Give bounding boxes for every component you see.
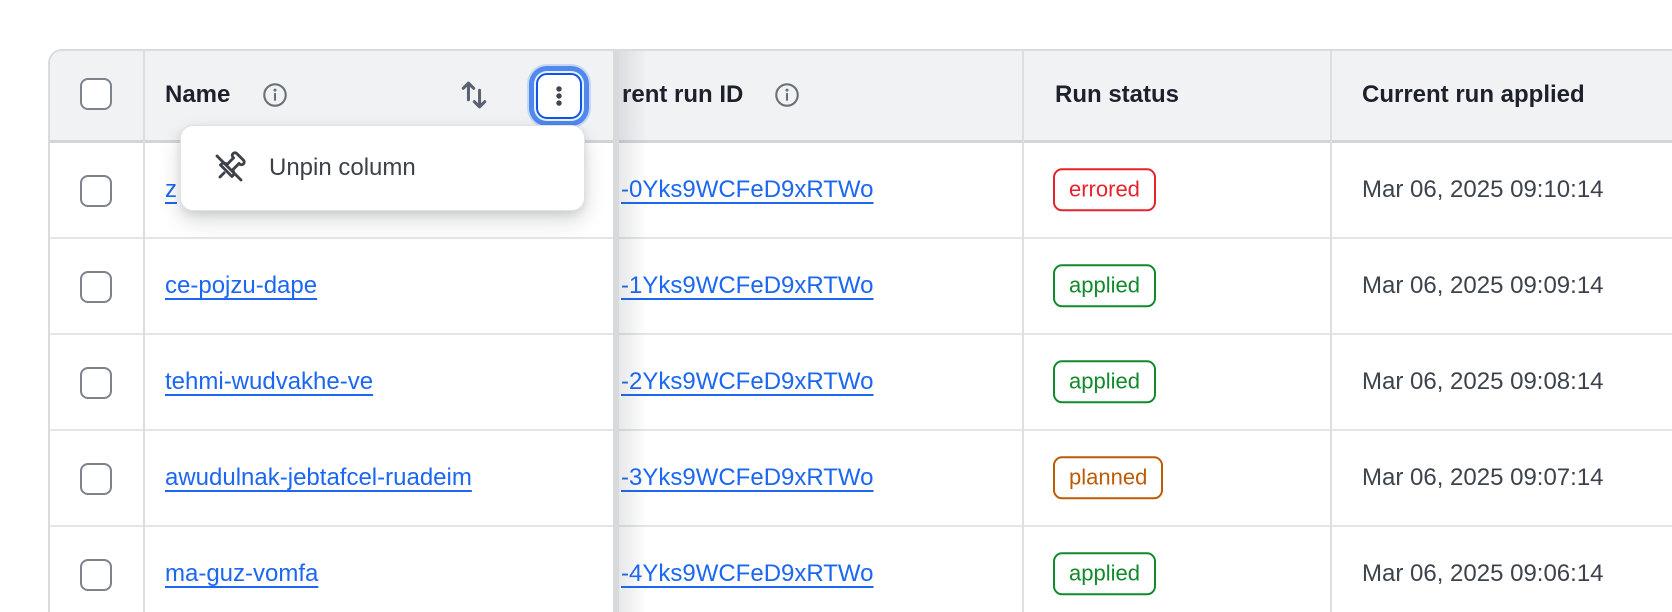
ellipsis-vertical-icon — [546, 83, 572, 109]
column-divider — [1330, 51, 1332, 612]
column-header-run-status: Run status — [1055, 81, 1179, 109]
column-header-name: Name — [165, 81, 230, 109]
table-row: awudulnak-jebtafcel-ruadeim -3Yks9WCFeD9… — [50, 431, 1672, 527]
column-options-button[interactable] — [536, 73, 582, 119]
column-header-current-run-id: rent run ID — [622, 81, 743, 109]
workspace-name-link[interactable]: ma-guz-vomfa — [165, 560, 318, 588]
applied-timestamp: Mar 06, 2025 09:07:14 — [1362, 464, 1604, 492]
run-id-link[interactable]: -2Yks9WCFeD9xRTWo — [621, 368, 874, 396]
run-id-info-icon[interactable] — [773, 81, 801, 109]
sort-button[interactable] — [455, 76, 493, 114]
applied-timestamp: Mar 06, 2025 09:10:14 — [1362, 176, 1604, 204]
workspace-name-link[interactable]: awudulnak-jebtafcel-ruadeim — [165, 464, 472, 492]
column-divider — [1022, 51, 1024, 612]
select-all-checkbox[interactable] — [80, 78, 112, 110]
run-status-badge: applied — [1053, 264, 1156, 307]
column-divider — [143, 51, 145, 612]
table-row: ma-guz-vomfa -4Yks9WCFeD9xRTWo applied M… — [50, 527, 1672, 612]
run-status-badge: applied — [1053, 552, 1156, 595]
scroll-shadow — [619, 51, 647, 612]
table-row: tehmi-wudvakhe-ve -2Yks9WCFeD9xRTWo appl… — [50, 335, 1672, 431]
table-row: ce-pojzu-dape -1Yks9WCFeD9xRTWo applied … — [50, 239, 1672, 335]
row-checkbox[interactable] — [80, 463, 112, 495]
workspaces-table-view: z -0Yks9WCFeD9xRTWo errored Mar 06, 2025… — [0, 0, 1672, 612]
menu-item-unpin-column[interactable]: Unpin column — [181, 126, 584, 210]
applied-timestamp: Mar 06, 2025 09:09:14 — [1362, 272, 1604, 300]
run-id-link[interactable]: -0Yks9WCFeD9xRTWo — [621, 176, 874, 204]
run-id-link[interactable]: -3Yks9WCFeD9xRTWo — [621, 464, 874, 492]
run-status-badge: errored — [1053, 168, 1156, 211]
name-info-icon[interactable] — [261, 81, 289, 109]
row-checkbox[interactable] — [80, 367, 112, 399]
column-options-menu: Unpin column — [180, 125, 585, 211]
run-id-link[interactable]: -4Yks9WCFeD9xRTWo — [621, 560, 874, 588]
run-id-link[interactable]: -1Yks9WCFeD9xRTWo — [621, 272, 874, 300]
applied-timestamp: Mar 06, 2025 09:08:14 — [1362, 368, 1604, 396]
workspace-name-link[interactable]: tehmi-wudvakhe-ve — [165, 368, 373, 396]
workspace-name-link[interactable]: ce-pojzu-dape — [165, 272, 317, 300]
pin-off-icon — [211, 150, 247, 186]
menu-item-label: Unpin column — [269, 154, 416, 182]
column-header-current-run-applied: Current run applied — [1362, 81, 1585, 109]
run-status-badge: applied — [1053, 360, 1156, 403]
sort-arrows-icon — [455, 76, 493, 114]
workspace-name-link[interactable]: z — [165, 176, 177, 204]
applied-timestamp: Mar 06, 2025 09:06:14 — [1362, 560, 1604, 588]
row-checkbox[interactable] — [80, 271, 112, 303]
run-status-badge: planned — [1053, 456, 1163, 499]
row-checkbox[interactable] — [80, 559, 112, 591]
row-checkbox[interactable] — [80, 175, 112, 207]
